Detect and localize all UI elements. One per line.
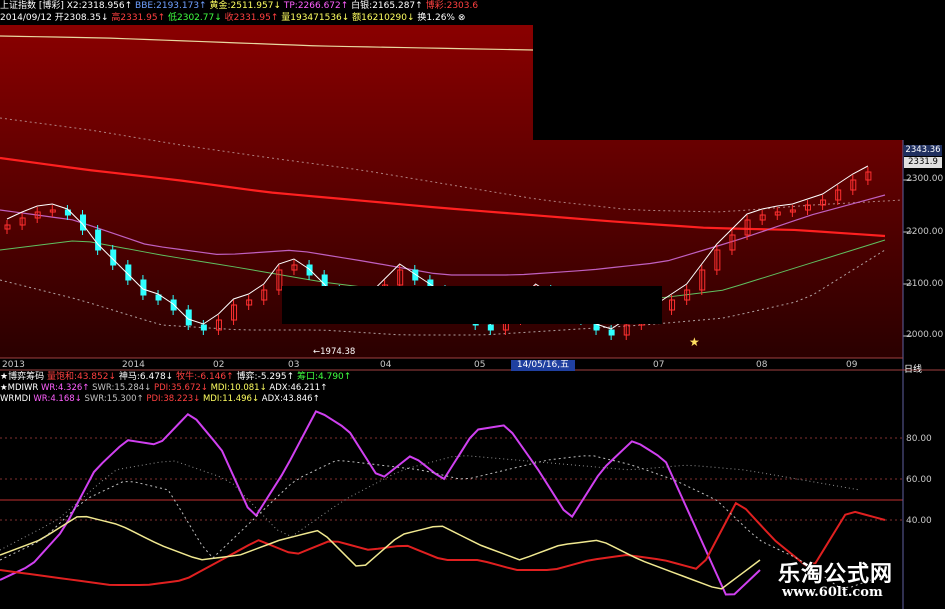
date-label-8: 08 <box>756 360 768 370</box>
dmi-line2-seg-2: SWR:15.300↑ <box>81 394 144 404</box>
swr-line <box>0 455 886 589</box>
current-price-tag: 2331.9 <box>904 157 942 168</box>
sub-tick-80: 80.00 <box>906 434 932 444</box>
wr-line <box>0 410 761 596</box>
price-tick-2200: 2200.00 <box>906 227 944 237</box>
indicator-bar-seg-2: 神马:6.478↓ <box>116 372 174 382</box>
pdi-line <box>0 501 886 586</box>
date-label-9: 09 <box>846 360 858 370</box>
price-tick-2300: 2300.00 <box>906 174 944 184</box>
date-label-5: 05 <box>474 360 486 370</box>
indicator-values-bar: ★博弈筹码 量饱和:43.852↓ 神马:6.478↓ 牧牛:-6.146↑ 博… <box>0 371 351 383</box>
info-line2-seg-4: 收2331.95↑ <box>221 13 279 23</box>
sub-tick-60: 60.00 <box>906 475 932 485</box>
info-line2-seg-1: 开2308.35↓ <box>51 13 109 23</box>
mdi-line <box>0 515 761 590</box>
candle-body-13 <box>200 324 207 331</box>
date-label-4: 04 <box>380 360 392 370</box>
indicator-bar-seg-3: 牧牛:-6.146↑ <box>173 372 234 382</box>
candle-body-6 <box>95 229 102 251</box>
candle-body-32 <box>487 324 494 331</box>
info-line1-seg-7: 博彩:2303.6 <box>422 1 479 11</box>
date-label-2: 02 <box>213 360 225 370</box>
dmi-line1-seg-0: ★MDIWR <box>0 383 39 393</box>
info-line1-seg-2: X2:2318.956↑ <box>66 1 133 11</box>
info-line2-seg-8: ⊗ <box>454 13 466 23</box>
info-line1-seg-4: 黄金:2511.957↓ <box>206 1 281 11</box>
date-label-3: 03 <box>288 360 300 370</box>
sub-tick-40: 40.00 <box>906 516 932 526</box>
watermark-url: www.60lt.com <box>782 585 883 600</box>
dmi-line2-seg-0: WRMDI <box>0 394 31 404</box>
info-line2-seg-5: 量193471536↓ <box>278 13 350 23</box>
info-line1-seg-6: 白银:2165.287↑ <box>348 1 423 11</box>
info-line1-seg-5: TP:2266.672↑ <box>281 1 349 11</box>
dmi-line2-seg-1: WR:4.168↓ <box>30 394 82 404</box>
dmi-line1-seg-5: ADX:46.211↑ <box>266 383 328 393</box>
info-line2-seg-3: 低2302.77↓ <box>165 13 222 23</box>
dmi-line1-seg-2: SWR:15.284↓ <box>89 383 152 393</box>
price-chart[interactable]: ★ <box>0 0 945 609</box>
indicator-bar-seg-5: 筹口:4.790↑ <box>294 372 352 382</box>
dmi-line1-seg-1: WR:4.326↑ <box>38 383 90 393</box>
indicator-bar-seg-4: 博弈:-5.295↑ <box>233 372 295 382</box>
dmi-line1-seg-3: PDI:35.672↓ <box>151 383 208 393</box>
crosshair-date: 14/05/16,五 <box>511 360 575 371</box>
info-line1-seg-0: 上证指数 <box>0 1 37 11</box>
dmi-line2-seg-4: MDI:11.496↓ <box>200 394 260 404</box>
price-tick-2000: 2000.00 <box>906 330 944 340</box>
ohlc-header-line1: 上证指数 [博彩] X2:2318.956↑ BBE:2193.173↑ 黄金:… <box>0 0 478 12</box>
info-line2-seg-6: 额16210290↓ <box>349 13 415 23</box>
info-line2-seg-0: 2014/09/12 <box>0 13 52 23</box>
indicator-bar-seg-0: ★博弈筹码 <box>0 372 45 382</box>
price-tick-2100: 2100.00 <box>906 279 944 289</box>
black-overlay-top <box>533 0 945 140</box>
period-tab-daily[interactable]: 日线 <box>904 362 922 375</box>
info-line2-seg-7: 换1.26% <box>414 13 455 23</box>
date-label-1: 2014 <box>122 360 145 370</box>
info-line2-seg-2: 高2331.95↑ <box>108 13 166 23</box>
info-line1-seg-3: BBE:2193.173↑ <box>132 1 207 11</box>
low-price-marker: ←1974.38 <box>313 347 356 357</box>
date-label-0: 2013 <box>2 360 25 370</box>
dmi-line2-seg-3: PDI:38.223↓ <box>143 394 201 404</box>
ohlc-header-line2: 2014/09/12 开2308.35↓ 高2331.95↑ 低2302.77↓… <box>0 12 465 24</box>
indicator-bar-seg-1: 量饱和:43.852↓ <box>44 372 117 382</box>
dmi-line1-seg-4: MDI:10.081↓ <box>207 383 267 393</box>
last-price-tag: 2343.36 <box>904 145 942 156</box>
info-line1-seg-1: [博彩] <box>36 1 67 11</box>
dmi-line2-seg-5: ADX:43.846↑ <box>259 394 320 404</box>
wrmdi-values-line: WRMDI WR:4.168↓ SWR:15.300↑ PDI:38.223↓ … <box>0 394 320 405</box>
candle-body-40 <box>608 329 615 336</box>
mdiwr-values-line: ★MDIWR WR:4.326↑ SWR:15.284↓ PDI:35.672↓… <box>0 383 327 394</box>
wr-mdi-panel <box>0 410 886 596</box>
watermark-title: 乐淘公式网 <box>778 562 894 587</box>
date-label-7: 07 <box>653 360 665 370</box>
redacted-block <box>282 286 662 324</box>
star-marker-icon: ★ <box>689 335 700 349</box>
